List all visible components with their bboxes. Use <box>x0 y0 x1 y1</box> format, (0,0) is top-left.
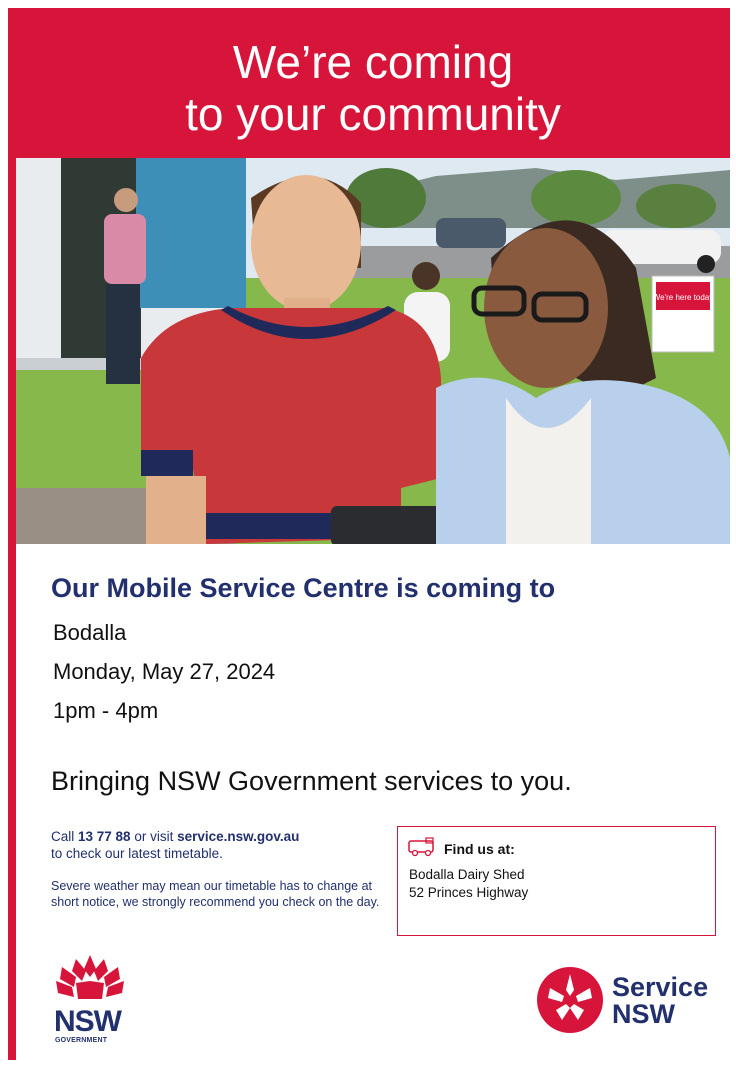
tagline: Bringing NSW Government services to you. <box>51 766 572 796</box>
waratah-icon <box>56 955 124 999</box>
visit-text: or visit <box>130 829 178 844</box>
venue-name: Bodalla Dairy Shed <box>409 867 525 882</box>
phone-number[interactable]: 13 77 88 <box>78 829 131 844</box>
event-heading: Our Mobile Service Centre is coming to <box>51 573 556 603</box>
nsw-government-logo: NSW GOVERNMENT <box>52 953 132 1048</box>
banner-line-1: We’re coming <box>232 36 514 88</box>
event-time: 1pm - 4pm <box>53 698 159 723</box>
find-us-title: Find us at: <box>444 841 515 857</box>
event-location: Bodalla <box>53 620 127 645</box>
website-link[interactable]: service.nsw.gov.au <box>177 829 299 844</box>
sign-text: We're here today <box>653 293 714 302</box>
poster-border: We’re coming to your community We're her… <box>8 8 730 1060</box>
venue-address: 52 Princes Highway <box>409 885 529 900</box>
call-prefix: Call <box>51 829 79 844</box>
hero-photo: We're here today <box>16 158 730 544</box>
service-nsw-logo: Service NSW <box>536 966 726 1036</box>
service-nsw-waratah-icon <box>537 967 603 1033</box>
header-banner: We’re coming to your community <box>16 8 730 158</box>
service-nsw-wordmark: NSW <box>612 999 675 1029</box>
bus-icon <box>408 837 438 862</box>
government-label: GOVERNMENT <box>55 1037 108 1044</box>
event-date: Monday, May 27, 2024 <box>53 659 276 684</box>
contact-info: Call 13 77 88 or visit service.nsw.gov.a… <box>51 828 381 862</box>
service-wordmark: Service <box>612 972 709 1002</box>
nsw-wordmark: NSW <box>54 1005 122 1038</box>
weather-note: Severe weather may mean our timetable ha… <box>51 879 380 909</box>
find-us-box: Find us at: Bodalla Dairy Shed 52 Prince… <box>397 826 716 936</box>
contact-suffix: to check our latest timetable. <box>51 846 223 861</box>
banner-line-2: to your community <box>185 88 561 140</box>
poster: We’re coming to your community We're her… <box>16 8 730 1060</box>
